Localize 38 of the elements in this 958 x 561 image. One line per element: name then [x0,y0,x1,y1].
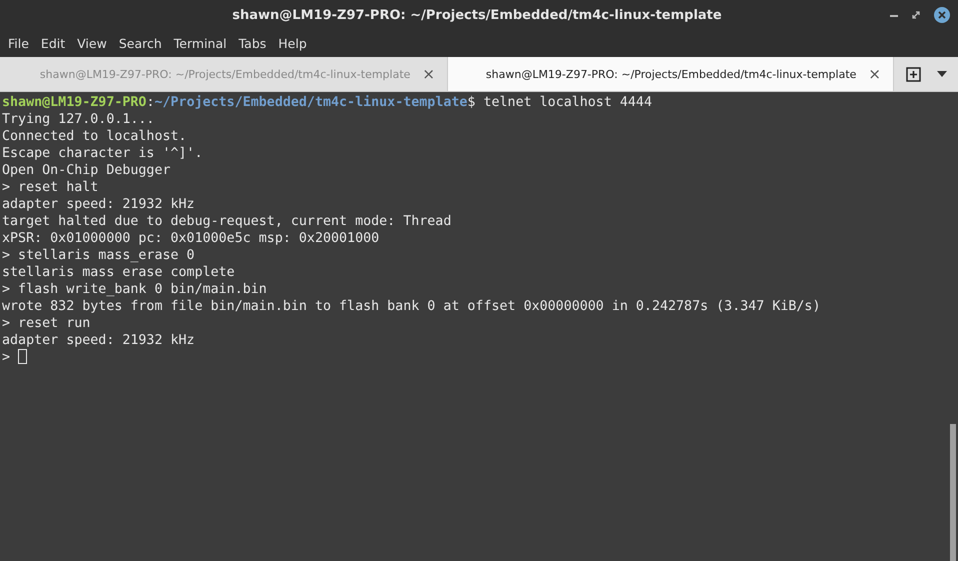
close-icon[interactable] [934,7,950,23]
menu-item[interactable]: Edit [36,36,74,51]
cursor-icon [18,349,28,364]
prompt-separator: : [146,94,154,111]
menu-item[interactable]: View [73,36,115,51]
menu-item[interactable]: Help [274,36,315,51]
menu-item[interactable]: Tabs [234,36,274,51]
output-line: target halted due to debug-request, current mode: Thread [2,213,452,230]
scrollbar[interactable] [950,424,956,561]
prompt-path: ~/Projects/Embedded/tm4c-linux-template [154,94,468,111]
output-line: Escape character is '^]'. [2,145,203,162]
window-title: shawn@LM19-Z97-PRO: ~/Projects/Embedded/tm4c-linux-template [231,8,723,22]
output-line: > reset run [2,315,90,332]
dropdown-icon[interactable] [936,71,946,77]
tab-close-button[interactable]: × [868,65,881,83]
output-line: Connected to localhost. [2,128,187,145]
maximize-icon[interactable] [912,11,920,19]
output-line: xPSR: 0x01000000 pc: 0x01000e5c msp: 0x20001000 [2,230,380,247]
tab[interactable]: shawn@LM19-Z97-PRO: ~/Projects/Embedded/tm4c-linux-template × [447,57,894,91]
output-line: Open On-Chip Debugger [2,162,171,179]
menu-item[interactable]: Search [114,36,170,51]
output-line: > reset halt [2,179,98,196]
input-prompt: > [2,349,10,366]
output-line: Trying 127.0.0.1... [2,111,154,128]
minimize-icon[interactable] [890,14,898,16]
menu-item[interactable]: File [4,36,37,51]
command-text: $ telnet localhost 4444 [467,94,652,111]
output-line: > stellaris mass_erase 0 [2,247,195,264]
output-line: adapter speed: 21932 kHz [2,196,195,213]
tab-close-button[interactable]: × [422,65,435,83]
prompt-user-host: shawn@LM19-Z97-PRO [2,94,146,111]
new-tab-icon[interactable] [906,66,922,82]
menu-item[interactable]: Terminal [170,36,235,51]
output-line: > flash write_bank 0 bin/main.bin [2,281,267,298]
output-line: adapter speed: 21932 kHz [2,332,195,349]
terminal-area[interactable] [0,92,958,561]
output-line: stellaris mass erase complete [2,264,235,281]
output-line: wrote 832 bytes from file bin/main.bin to flash bank 0 at offset 0x00000000 in 0.242787s (3.347 KiB/s) [2,298,820,315]
